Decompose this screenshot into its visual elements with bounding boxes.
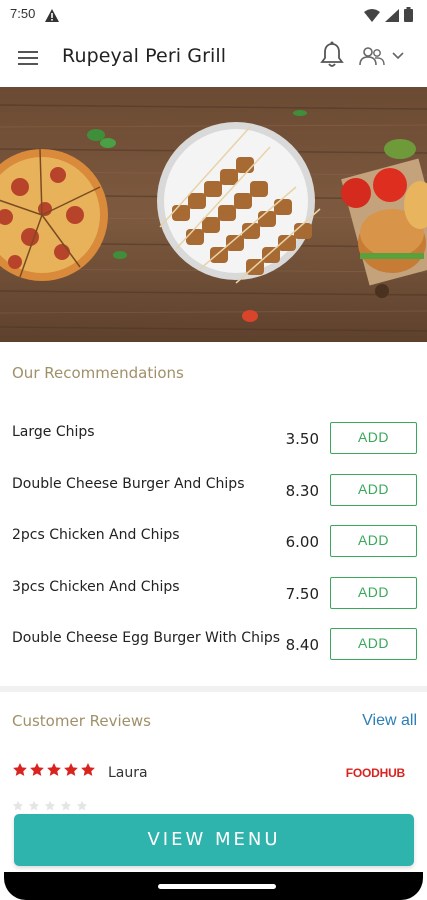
list-item: 2pcs Chicken And Chips 6.00 ADD (0, 517, 427, 569)
status-bar: 7:50 (0, 0, 427, 30)
item-name: Double Cheese Burger And Chips (12, 475, 245, 492)
status-icons (364, 7, 413, 26)
item-name: 3pcs Chicken And Chips (12, 578, 180, 595)
account-menu-button[interactable] (358, 42, 414, 70)
star-icon (60, 800, 72, 811)
foodhub-logo: FOODHUB (345, 766, 405, 780)
item-price: 3.50 (285, 430, 319, 448)
add-button[interactable]: ADD (330, 525, 417, 558)
item-price: 8.40 (285, 636, 319, 655)
add-button[interactable]: ADD (330, 473, 417, 506)
review-item: Laura FOODHUB (12, 762, 417, 786)
star-rating (12, 762, 96, 778)
recommendations-title: Our Recommendations (12, 364, 184, 382)
reviewer-name: Laura (108, 765, 148, 781)
list-item: Large Chips 3.50 ADD (0, 414, 427, 466)
add-button[interactable]: ADD (330, 422, 417, 454)
next-review-stars (12, 800, 88, 812)
item-name: Double Cheese Egg Burger With Chips (12, 630, 281, 647)
notifications-button[interactable] (318, 40, 346, 70)
status-time: 7:50 (10, 6, 36, 21)
add-button[interactable]: ADD (330, 628, 417, 661)
signal-icon (385, 7, 399, 26)
user-group-icon (359, 47, 385, 66)
star-icon (13, 763, 27, 776)
recommendations-list: Large Chips 3.50 ADD Double Cheese Burge… (0, 414, 427, 672)
list-item: Double Cheese Burger And Chips 8.30 ADD (0, 466, 427, 518)
reviews-title: Customer Reviews (12, 712, 151, 730)
wifi-icon (364, 7, 380, 26)
star-icon (28, 800, 40, 811)
star-icon (47, 763, 61, 776)
menu-button[interactable] (14, 44, 42, 72)
chevron-down-icon (392, 52, 404, 60)
home-gesture-handle[interactable] (158, 884, 276, 889)
hero-image (0, 87, 427, 342)
star-icon (64, 763, 78, 776)
item-price: 7.50 (285, 584, 319, 603)
hamburger-icon (18, 51, 38, 65)
star-icon (76, 800, 88, 811)
star-icon (81, 763, 95, 776)
item-name: Large Chips (12, 424, 95, 440)
page-title: Rupeyal Peri Grill (62, 45, 227, 67)
app-bar: Rupeyal Peri Grill (0, 30, 427, 86)
view-all-link[interactable]: View all (362, 712, 417, 730)
star-icon (30, 763, 44, 776)
alert-icon (45, 7, 59, 26)
list-item: Double Cheese Egg Burger With Chips 8.40… (0, 620, 427, 672)
view-menu-button[interactable]: VIEW MENU (14, 814, 414, 866)
star-icon (12, 800, 24, 811)
star-icon (44, 800, 56, 811)
navigation-bar-background (4, 872, 423, 900)
navigation-bar (0, 872, 427, 900)
section-divider (0, 686, 427, 692)
item-price: 8.30 (285, 481, 319, 500)
battery-icon (404, 7, 413, 26)
list-item: 3pcs Chicken And Chips 7.50 ADD (0, 569, 427, 621)
bell-icon (320, 41, 344, 67)
add-button[interactable]: ADD (330, 576, 417, 609)
item-name: 2pcs Chicken And Chips (12, 527, 180, 544)
item-price: 6.00 (285, 533, 319, 552)
